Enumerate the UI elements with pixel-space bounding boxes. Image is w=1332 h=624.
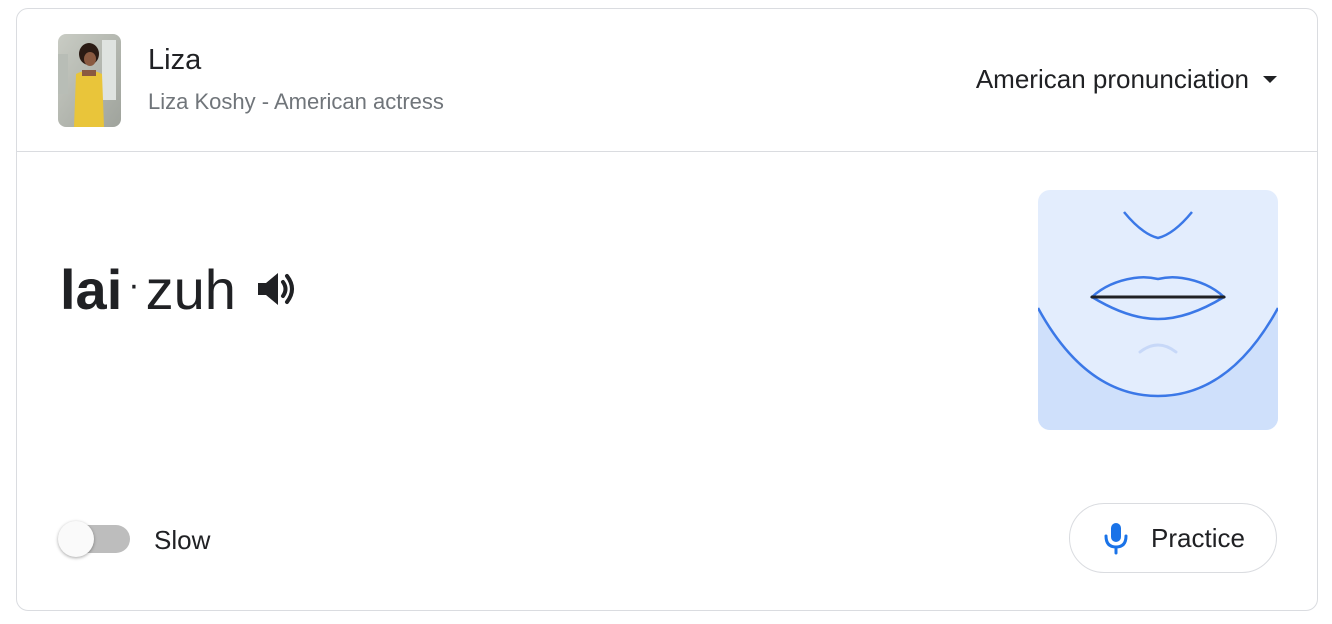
speaker-icon[interactable] <box>252 265 300 313</box>
person-thumbnail[interactable] <box>58 34 121 127</box>
stressed-syllable: lai <box>60 257 123 321</box>
caret-down-icon <box>1263 76 1277 83</box>
mouth-animation <box>1038 190 1278 430</box>
card-header: Liza Liza Koshy - American actress Ameri… <box>17 9 1317 152</box>
practice-button[interactable]: Practice <box>1069 503 1277 573</box>
slow-label: Slow <box>154 525 211 555</box>
slow-toggle[interactable] <box>58 521 130 557</box>
accent-dropdown[interactable]: American pronunciation <box>976 64 1277 95</box>
practice-label: Practice <box>1151 522 1245 553</box>
phonetic-spelling: lai · zuh <box>60 254 300 324</box>
toggle-knob <box>58 521 94 557</box>
accent-dropdown-label: American pronunciation <box>975 64 1249 94</box>
syllable: zuh <box>145 257 236 321</box>
entity-subtitle: Liza Koshy - American actress <box>148 89 444 114</box>
syllable-separator: · <box>128 265 140 304</box>
pronunciation-card: Liza Liza Koshy - American actress Ameri… <box>16 8 1318 611</box>
entity-title: Liza <box>148 44 202 76</box>
microphone-icon <box>1104 523 1128 555</box>
